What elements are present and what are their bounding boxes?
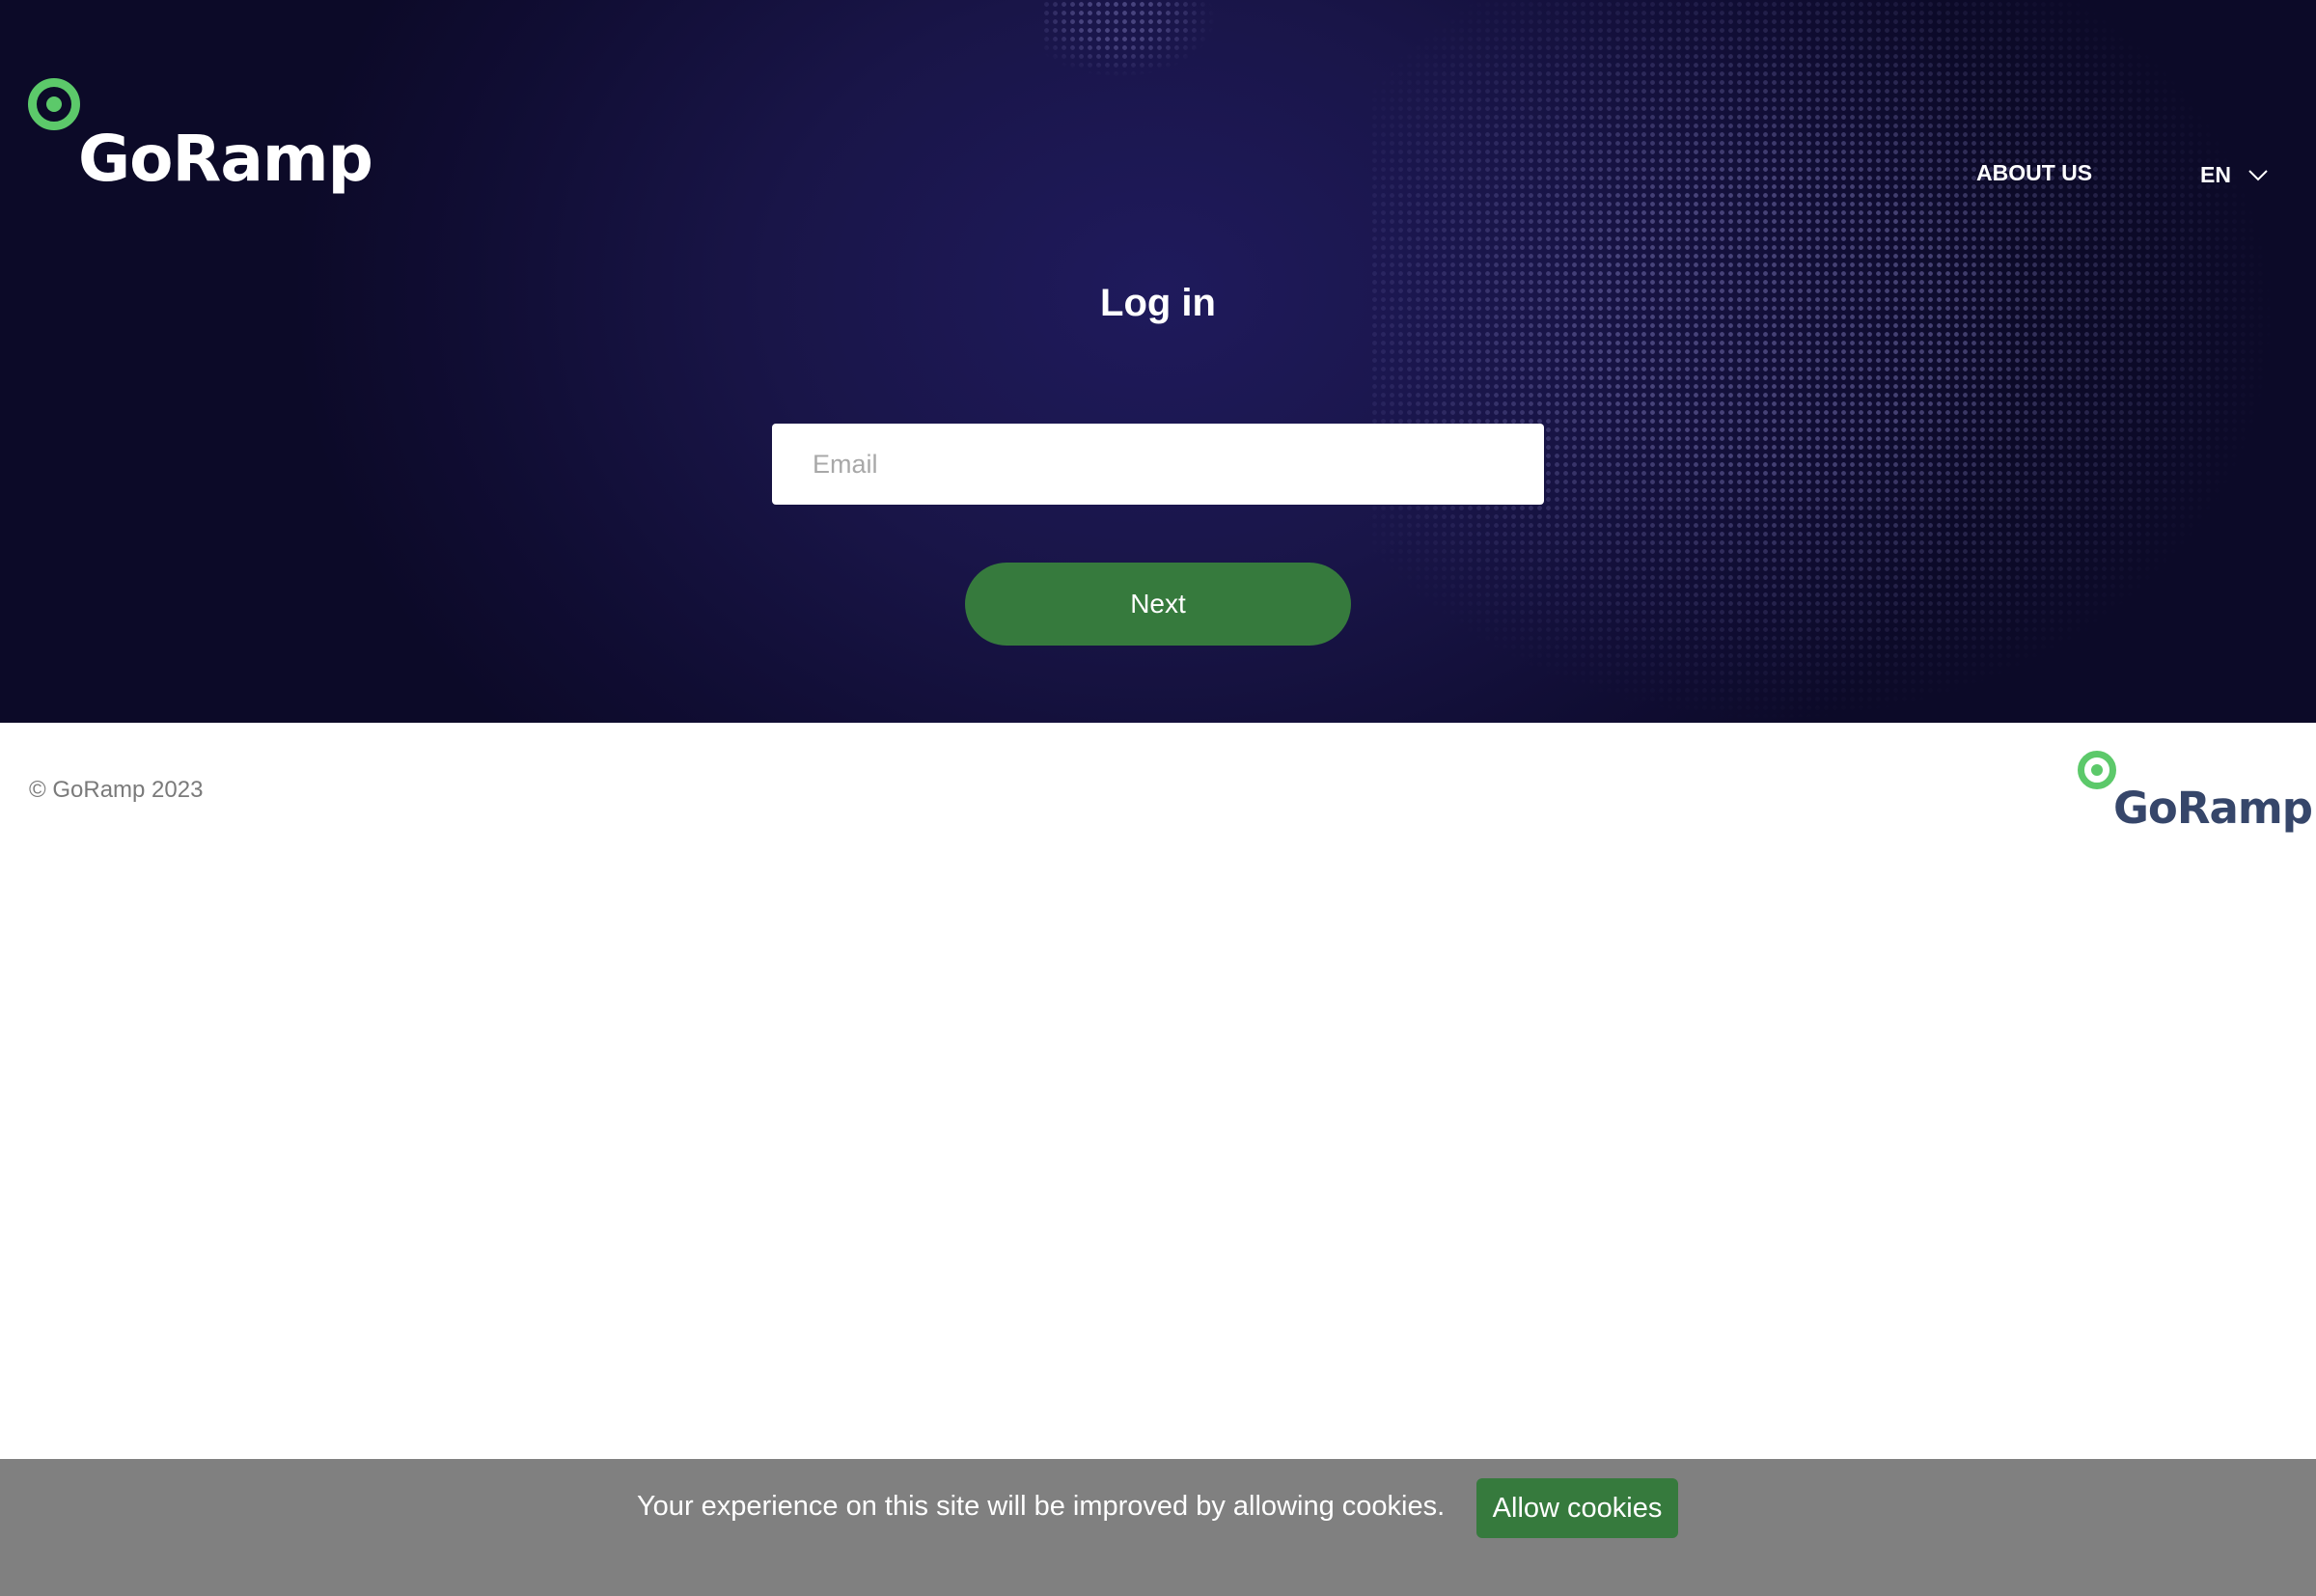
logo-ring-icon: [28, 78, 80, 130]
next-button[interactable]: Next: [965, 563, 1351, 646]
about-us-link[interactable]: ABOUT US: [1976, 160, 2092, 186]
footer-logo-wordmark: GoRamp: [2113, 783, 2313, 834]
cookie-banner: [0, 1459, 2316, 1596]
goramp-logo[interactable]: GoRamp: [28, 75, 373, 196]
language-selector[interactable]: EN: [2200, 162, 2268, 188]
email-field[interactable]: [772, 424, 1544, 505]
allow-cookies-button[interactable]: Allow cookies: [1476, 1478, 1678, 1538]
page-title: Log in: [1100, 282, 1216, 324]
cookie-message: Your experience on this site will be imp…: [637, 1491, 1446, 1522]
footer-logo: GoRamp: [2075, 751, 2313, 838]
hero-banner: GoRamp ABOUT US EN Log in Next: [0, 0, 2316, 723]
world-map-dots-north: [1042, 0, 1274, 96]
language-label: EN: [2200, 162, 2231, 187]
chevron-down-icon: [2248, 169, 2268, 180]
world-map-dots: [1370, 0, 2316, 723]
logo-wordmark: GoRamp: [78, 122, 373, 196]
footer-logo-ring-icon: [2078, 751, 2116, 789]
copyright-text: © GoRamp 2023: [29, 777, 204, 803]
